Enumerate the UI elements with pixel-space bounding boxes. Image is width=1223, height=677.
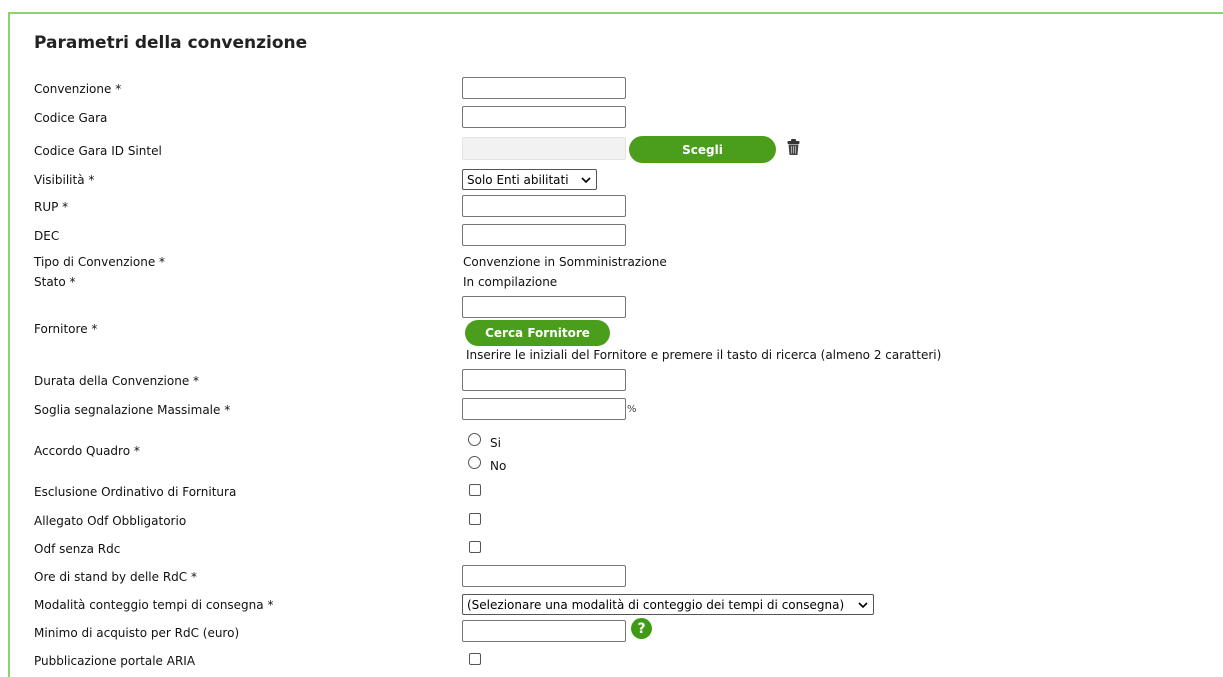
label-durata: Durata della Convenzione *: [34, 374, 200, 388]
minimo-acquisto-input[interactable]: [462, 620, 626, 642]
codice-gara-input[interactable]: [462, 106, 626, 128]
convenzione-input[interactable]: [462, 77, 626, 99]
chevron-down-icon: [581, 176, 591, 183]
rup-input[interactable]: [462, 195, 626, 217]
pubblicazione-aria-checkbox[interactable]: [469, 653, 481, 665]
label-ore-standby: Ore di stand by delle RdC *: [34, 570, 197, 584]
label-modalita-conteggio: Modalità conteggio tempi di consegna *: [34, 598, 274, 612]
stato-value: In compilazione: [463, 275, 558, 289]
durata-input[interactable]: [462, 369, 626, 391]
label-minimo-acquisto: Minimo di acquisto per RdC (euro): [34, 626, 240, 640]
visibilita-select[interactable]: Solo Enti abilitati: [462, 169, 597, 190]
label-odf-senza-rdc: Odf senza Rdc: [34, 542, 121, 556]
ore-standby-input[interactable]: [462, 565, 626, 587]
dec-input[interactable]: [462, 224, 626, 246]
modalita-conteggio-selected: (Selezionare una modalità di conteggio d…: [467, 597, 845, 612]
label-allegato-odf: Allegato Odf Obbligatorio: [34, 514, 187, 528]
radio-si-label: Si: [490, 436, 501, 450]
cerca-fornitore-button[interactable]: Cerca Fornitore: [465, 320, 610, 346]
label-visibilita: Visibilità *: [34, 173, 95, 187]
section-title: Parametri della convenzione: [34, 33, 308, 53]
radio-si[interactable]: [468, 433, 481, 446]
label-esclusione-odf: Esclusione Ordinativo di Fornitura: [34, 485, 237, 499]
label-stato: Stato *: [34, 275, 76, 289]
tipo-convenzione-value: Convenzione in Somministrazione: [463, 255, 667, 269]
odf-senza-rdc-checkbox[interactable]: [469, 541, 481, 553]
fornitore-input[interactable]: [462, 296, 626, 318]
soglia-unit: %: [627, 404, 637, 415]
esclusione-odf-checkbox[interactable]: [469, 484, 481, 496]
label-pubblicazione-aria: Pubblicazione portale ARIA: [34, 654, 196, 668]
label-rup: RUP *: [34, 200, 69, 214]
label-fornitore: Fornitore *: [34, 322, 98, 336]
modalita-conteggio-select[interactable]: (Selezionare una modalità di conteggio d…: [462, 594, 874, 615]
trash-icon[interactable]: [787, 139, 800, 156]
label-accordo-quadro: Accordo Quadro *: [34, 444, 140, 458]
label-codice-gara-sintel: Codice Gara ID Sintel: [34, 144, 162, 158]
label-dec: DEC: [34, 229, 60, 243]
soglia-input[interactable]: [462, 398, 626, 420]
fornitore-hint: Inserire le iniziali del Fornitore e pre…: [466, 348, 942, 362]
label-soglia: Soglia segnalazione Massimale *: [34, 403, 231, 417]
label-convenzione: Convenzione *: [34, 82, 122, 96]
chevron-down-icon: [858, 601, 868, 608]
scegli-button[interactable]: Scegli: [629, 136, 776, 163]
radio-no[interactable]: [468, 456, 481, 469]
allegato-odf-checkbox[interactable]: [469, 513, 481, 525]
visibilita-selected: Solo Enti abilitati: [467, 172, 569, 187]
label-tipo-convenzione: Tipo di Convenzione *: [34, 255, 166, 269]
help-icon[interactable]: ?: [631, 618, 652, 639]
codice-gara-sintel-input: [462, 137, 626, 160]
label-codice-gara: Codice Gara: [34, 111, 108, 125]
radio-no-label: No: [490, 459, 507, 473]
